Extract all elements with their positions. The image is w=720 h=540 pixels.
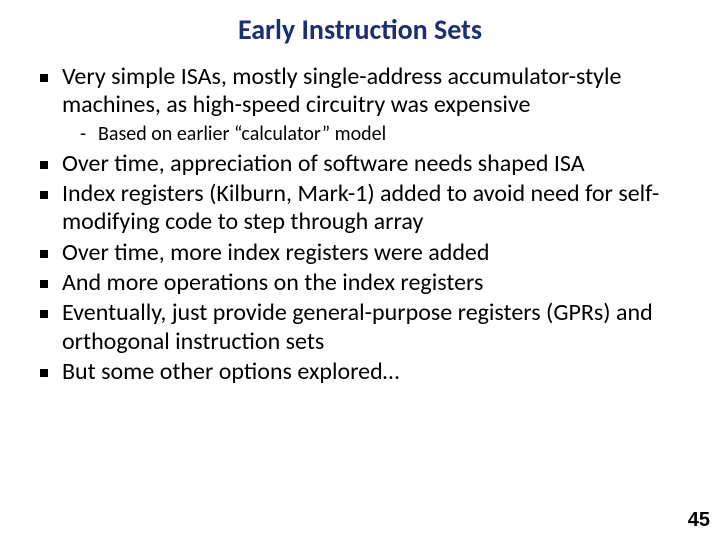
slide: Early Instruction Sets Very simple ISAs,…: [0, 0, 720, 540]
page-number: 45: [688, 509, 710, 532]
bullet-item: And more operations on the index registe…: [40, 269, 686, 297]
bullet-text: Index registers (Kilburn, Mark-1) added …: [62, 179, 659, 236]
bullet-item: Eventually, just provide general-purpose…: [40, 299, 686, 356]
slide-title: Early Instruction Sets: [30, 12, 690, 47]
bullet-item: Index registers (Kilburn, Mark-1) added …: [40, 180, 686, 237]
sub-bullet-text: Based on earlier “calculator” model: [98, 122, 386, 146]
bullet-item: But some other options explored…: [40, 358, 686, 386]
bullet-text: And more operations on the index registe…: [62, 268, 483, 297]
bullet-list: Very simple ISAs, mostly single-address …: [30, 63, 690, 386]
bullet-text: Over time, appreciation of software need…: [62, 149, 585, 178]
bullet-text: But some other options explored…: [62, 357, 399, 386]
sub-bullet-item: Based on earlier “calculator” model: [80, 122, 686, 146]
bullet-text: Eventually, just provide general-purpose…: [62, 298, 653, 355]
bullet-item: Very simple ISAs, mostly single-address …: [40, 63, 686, 146]
bullet-text: Very simple ISAs, mostly single-address …: [62, 62, 621, 119]
sub-bullet-list: Based on earlier “calculator” model: [62, 122, 686, 146]
bullet-item: Over time, appreciation of software need…: [40, 150, 686, 178]
bullet-item: Over time, more index registers were add…: [40, 239, 686, 267]
bullet-text: Over time, more index registers were add…: [62, 238, 489, 267]
